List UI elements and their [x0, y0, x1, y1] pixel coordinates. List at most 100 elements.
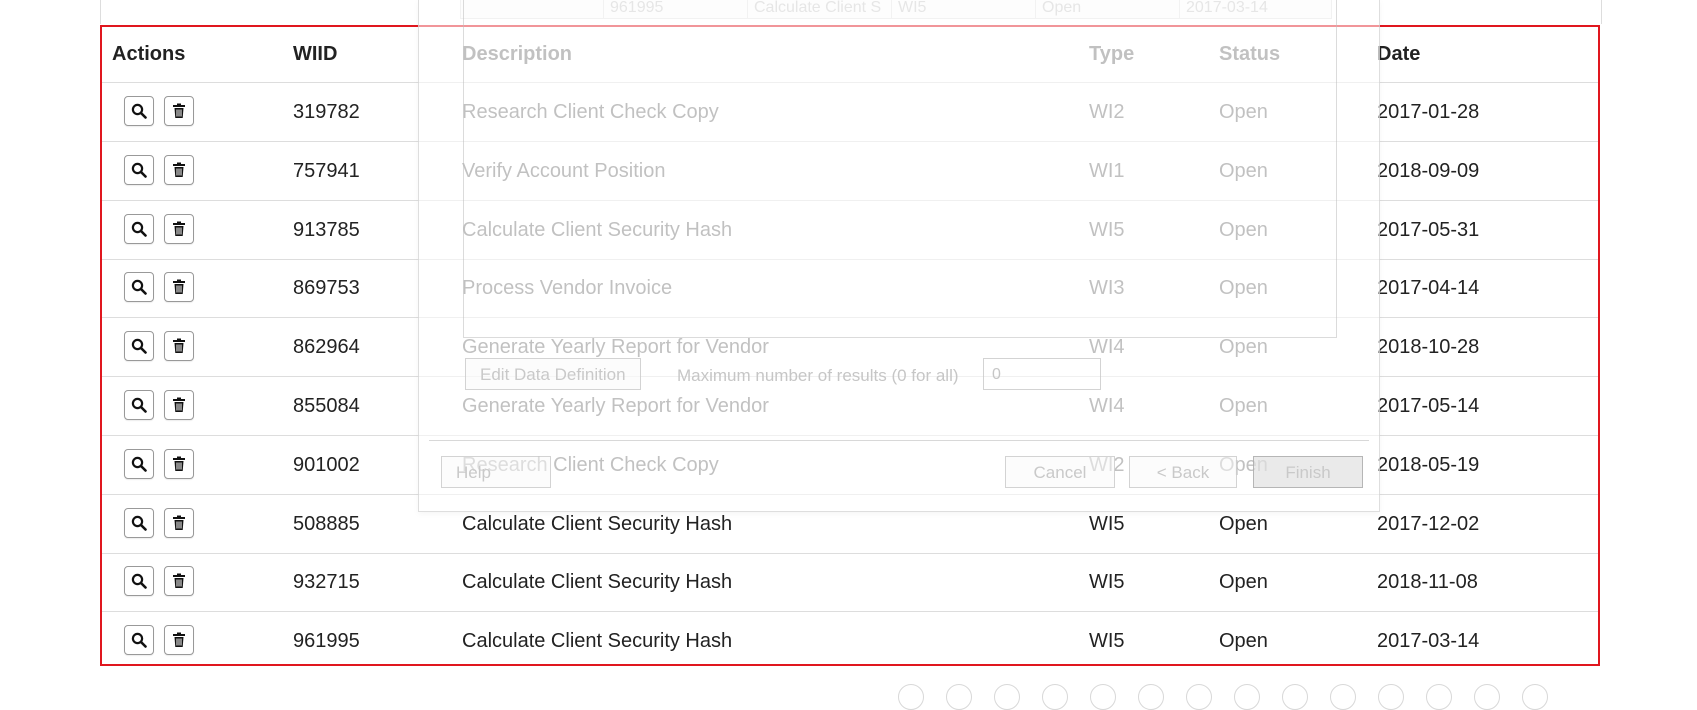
search-icon	[131, 162, 147, 178]
cell-wiid: 855084	[293, 395, 360, 417]
search-icon	[131, 279, 147, 296]
delete-button[interactable]	[164, 390, 194, 420]
table-row: 932715 Calculate Client Security Hash WI5 O…	[102, 553, 1598, 613]
partial-row-type: WI5	[891, 0, 1035, 18]
search-icon	[131, 397, 147, 413]
page-dot[interactable]	[1042, 684, 1068, 710]
cell-description: Research Client Check Copy	[462, 101, 719, 123]
trash-icon	[172, 338, 186, 354]
cell-wiid: 508885	[293, 512, 360, 535]
work-items-table: Actions WIID Description Type Status Dat…	[100, 25, 1600, 666]
view-button[interactable]	[124, 625, 154, 656]
view-button[interactable]	[124, 154, 154, 185]
cell-date: 2018-05-19	[1377, 453, 1480, 476]
page-dot[interactable]	[946, 684, 972, 710]
cell-type: WI1	[1089, 159, 1125, 182]
cell-wiid: 757941	[293, 159, 360, 182]
cell-description: Verify Account Position	[462, 159, 666, 182]
cell-description: Calculate Client Security Hash	[462, 630, 733, 653]
cell-description: Research Client Check Copy	[462, 453, 719, 476]
search-icon	[131, 103, 147, 119]
trash-icon	[172, 221, 186, 237]
delete-button[interactable]	[164, 213, 194, 244]
partial-row-description: Calculate Client S	[747, 0, 891, 18]
page-dot[interactable]	[1282, 684, 1308, 710]
page-dot[interactable]	[1378, 684, 1404, 710]
cell-date: 2017-04-14	[1377, 277, 1480, 300]
delete-button[interactable]	[164, 96, 194, 126]
cell-status: Open	[1219, 453, 1268, 476]
view-button[interactable]	[124, 213, 154, 244]
cell-wiid: 932715	[293, 571, 360, 594]
page-dot[interactable]	[1186, 684, 1212, 710]
cell-status: Open	[1219, 630, 1268, 653]
view-button[interactable]	[124, 507, 154, 538]
cell-status: Open	[1219, 277, 1268, 300]
table-row: 319782 Research Client Check Copy WI2 Open 2…	[102, 83, 1598, 142]
table-row: 855084 Generate Yearly Report for Vendor W…	[102, 377, 1598, 436]
page-dot[interactable]	[1234, 684, 1260, 710]
trash-icon	[172, 573, 186, 589]
partial-row-blank	[461, 0, 603, 18]
cell-wiid: 961995	[293, 630, 360, 653]
partial-row-status: Open	[1035, 0, 1179, 18]
page-dot[interactable]	[898, 684, 924, 710]
view-button[interactable]	[124, 96, 154, 126]
trash-icon	[172, 397, 186, 413]
cell-status: Open	[1219, 159, 1268, 182]
cell-type: WI2	[1089, 101, 1125, 123]
table-row: 961995 Calculate Client Security Hash WI5 O…	[102, 612, 1598, 671]
page-dot[interactable]	[994, 684, 1020, 710]
cell-type: WI4	[1089, 336, 1125, 359]
pagination	[898, 684, 1548, 710]
header-description: Description	[462, 43, 573, 65]
cell-date: 2017-05-14	[1377, 395, 1480, 417]
delete-button[interactable]	[164, 566, 194, 597]
page-dot[interactable]	[1474, 684, 1500, 710]
cell-type: WI5	[1089, 630, 1125, 653]
view-button[interactable]	[124, 390, 154, 420]
view-button[interactable]	[124, 566, 154, 597]
table-row: 901002 Research Client Check Copy WI2 Open 2…	[102, 436, 1598, 495]
page-dot[interactable]	[1138, 684, 1164, 710]
header-actions: Actions	[112, 43, 186, 65]
cell-description: Calculate Client Security Hash	[462, 571, 733, 594]
cell-date: 2018-11-08	[1377, 571, 1478, 594]
trash-icon	[172, 456, 186, 472]
cell-wiid: 869753	[293, 277, 360, 300]
delete-button[interactable]	[164, 331, 194, 362]
page-dot[interactable]	[1330, 684, 1356, 710]
table-header-row: Actions WIID Description Type Status Dat…	[102, 27, 1598, 83]
cell-type: WI4	[1089, 395, 1125, 417]
search-icon	[131, 338, 147, 354]
delete-button[interactable]	[164, 272, 194, 303]
page-dot[interactable]	[1522, 684, 1548, 710]
trash-icon	[172, 103, 186, 119]
view-button[interactable]	[124, 448, 154, 479]
table-row: 869753 Process Vendor Invoice WI3 Open 2017-…	[102, 259, 1598, 319]
search-icon	[131, 515, 147, 531]
trash-icon	[172, 279, 186, 295]
cell-status: Open	[1219, 218, 1268, 241]
cell-description: Calculate Client Security Hash	[462, 218, 733, 241]
cell-description: Generate Yearly Report for Vendor	[462, 395, 769, 417]
page-dot[interactable]	[1090, 684, 1116, 710]
search-icon	[131, 573, 147, 590]
cell-type: WI5	[1089, 218, 1125, 241]
cell-status: Open	[1219, 571, 1268, 594]
delete-button[interactable]	[164, 625, 194, 656]
view-button[interactable]	[124, 272, 154, 303]
delete-button[interactable]	[164, 154, 194, 185]
view-button[interactable]	[124, 331, 154, 362]
cell-type: WI3	[1089, 277, 1125, 300]
cell-type: WI2	[1089, 453, 1125, 476]
cell-status: Open	[1219, 101, 1268, 123]
delete-button[interactable]	[164, 448, 194, 479]
table-row: 913785 Calculate Client Security Hash WI5 O…	[102, 201, 1598, 260]
partial-row-date: 2017-03-14	[1179, 0, 1329, 18]
cell-date: 2017-12-02	[1377, 512, 1480, 535]
page-dot[interactable]	[1426, 684, 1452, 710]
cell-type: WI5	[1089, 512, 1125, 535]
header-status: Status	[1219, 43, 1281, 65]
delete-button[interactable]	[164, 507, 194, 538]
